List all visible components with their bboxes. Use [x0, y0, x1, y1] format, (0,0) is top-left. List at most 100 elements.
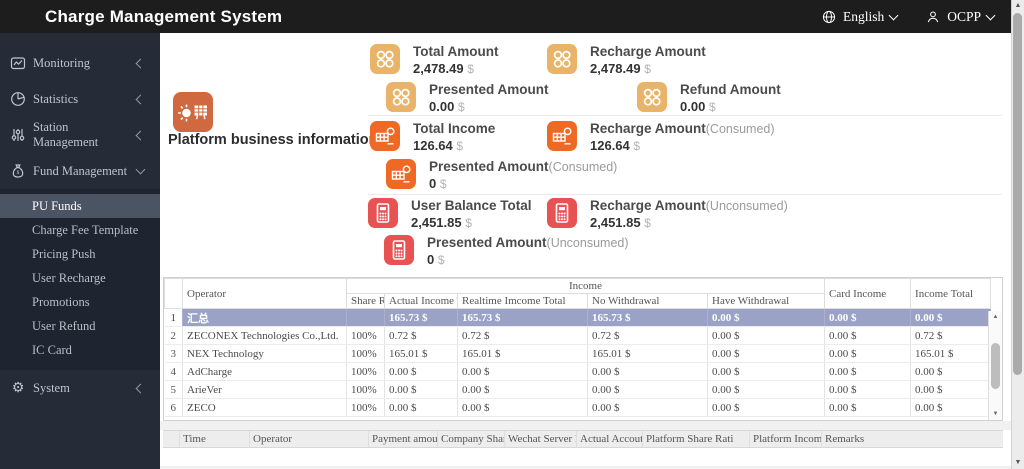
card-income-cell: 0.00 $ [824, 362, 912, 381]
table-row[interactable]: 4 AdCharge 100% 0.00 $ 0.00 $ 0.00 $ 0.0… [164, 362, 992, 381]
calculator-icon [547, 198, 577, 233]
actual-income-cell: 0.72 $ [384, 326, 458, 345]
card-income-cell: 0.00 $ [824, 398, 912, 417]
scroll-down-icon[interactable]: ▼ [1012, 457, 1024, 469]
no-withdrawal-cell: 0.00 $ [587, 398, 708, 417]
operator-cell: ZECO [182, 398, 347, 417]
calculator-icon [384, 235, 414, 270]
stat-user-balance-total: User Balance Total 2,451.85 $ [368, 198, 532, 233]
stats-divider [368, 194, 1002, 195]
sidebar-item-pu-funds[interactable]: PU Funds [0, 194, 160, 218]
user-dropdown[interactable]: OCPP [925, 8, 996, 25]
charge-management-app: Charge Management System English OCPP Mo… [0, 0, 1024, 469]
stat-total-amount: Total Amount 2,478.49 $ [370, 44, 498, 79]
table-row[interactable]: 1 汇总 165.73 $ 165.73 $ 165.73 $ 0.00 $ 0… [164, 308, 992, 327]
chevron-left-icon [135, 130, 146, 140]
table-scrollbar[interactable]: ▲ ▼ [988, 311, 1002, 420]
row-number: 5 [164, 380, 183, 399]
share-ratio-cell [346, 308, 385, 327]
detail-spacer [163, 431, 180, 447]
have-withdrawal-cell: 0.00 $ [707, 308, 826, 327]
platform-income-header: Platform Income [750, 431, 822, 447]
scroll-up-icon[interactable]: ▲ [1012, 0, 1024, 12]
row-number: 4 [164, 362, 183, 381]
language-dropdown[interactable]: English [821, 8, 899, 25]
actual-account-header: Actual Accout [577, 431, 643, 447]
sidebar-item-user-refund[interactable]: User Refund [0, 314, 160, 338]
operator-header: Operator [182, 278, 347, 309]
realtime-income-cell: 0.00 $ [457, 362, 588, 381]
table-row[interactable]: 6 ZECO 100% 0.00 $ 0.00 $ 0.00 $ 0.00 $ … [164, 398, 992, 417]
sidebar-item-user-recharge[interactable]: User Recharge [0, 266, 160, 290]
sidebar-item-ic-card[interactable]: IC Card [0, 338, 160, 362]
section-gap [160, 421, 1012, 430]
sidebar-item-label: Station Management [33, 120, 99, 149]
share-ratio-header: Share Ratio [346, 293, 385, 309]
globe-icon [821, 9, 837, 25]
income-total-cell: 0.72 $ [910, 326, 992, 345]
monitor-chart-icon [10, 55, 26, 71]
chevron-left-icon [135, 94, 146, 104]
money-bag-icon: $ [10, 163, 26, 179]
actual-income-cell: 0.00 $ [384, 362, 458, 381]
card-income-cell: 0.00 $ [824, 308, 912, 327]
platform-share-header: Platform Share Rati [643, 431, 750, 447]
table-row[interactable]: 2 ZECONEX Technologies Co.,Ltd. 100% 0.7… [164, 326, 992, 345]
stats-divider [368, 115, 1002, 116]
chevron-down-icon [888, 10, 899, 20]
sliders-icon [10, 127, 26, 143]
income-table: Operator Income Card Income Income Total… [164, 278, 992, 417]
scroll-up-icon[interactable]: ▲ [989, 311, 1002, 323]
sidebar-item-pricing-push[interactable]: Pricing Push [0, 242, 160, 266]
have-withdrawal-header: Have Withdrawal [706, 293, 826, 309]
card-income-cell: 0.00 $ [824, 380, 912, 399]
income-total-cell: 0.00 $ [910, 380, 992, 399]
user-label: OCPP [947, 8, 981, 24]
stat-presented-amount: Presented Amount 0.00 $ [386, 82, 549, 117]
table-row[interactable]: 3 NEX Technology 100% 165.01 $ 165.01 $ … [164, 344, 992, 363]
top-header-bar: Charge Management System English OCPP [0, 0, 1012, 33]
wechat-fee-header: Wechat Server Fee [505, 431, 577, 447]
realtime-income-header: Realtime Imcome Total [457, 293, 588, 309]
operator-cell: 汇总 [182, 308, 347, 327]
company-share-header: Company Share Rat [438, 431, 505, 447]
scrollbar-thumb[interactable] [1013, 13, 1022, 375]
share-ratio-cell: 100% [346, 398, 385, 417]
income-total-header: Income Total [910, 278, 992, 309]
row-number: 3 [164, 344, 183, 363]
sidebar-item-station-management[interactable]: Station Management [0, 117, 160, 153]
realtime-income-cell: 165.01 $ [457, 344, 588, 363]
operator-cell: AdCharge [182, 362, 347, 381]
table-row[interactable]: 5 ArieVer 100% 0.00 $ 0.00 $ 0.00 $ 0.00… [164, 380, 992, 399]
gear-icon: ⚙ [11, 380, 25, 396]
chevron-down-icon [135, 164, 146, 175]
sidebar-item-label: System [33, 380, 70, 395]
stat-recharge-amount-consumed: Recharge Amount(Consumed) 126.64 $ [547, 121, 775, 156]
chevron-down-icon [985, 10, 996, 20]
scroll-down-icon[interactable]: ▼ [989, 408, 1002, 420]
have-withdrawal-cell: 0.00 $ [707, 362, 826, 381]
coins-icon [547, 44, 577, 79]
sidebar-item-label: Statistics [33, 91, 79, 106]
language-label: English [842, 8, 885, 24]
sidebar-item-fund-management[interactable]: $ Fund Management [0, 153, 160, 189]
no-withdrawal-cell: 0.00 $ [587, 362, 708, 381]
no-withdrawal-header: No Withdrawal [587, 293, 708, 309]
no-withdrawal-cell: 165.73 $ [587, 308, 708, 327]
share-ratio-cell: 100% [346, 326, 385, 345]
page-scrollbar[interactable]: ▲ ▼ [1011, 0, 1024, 469]
sidebar-item-system[interactable]: ⚙ System [0, 370, 160, 406]
remarks-header: Remarks [825, 433, 865, 445]
sidebar-item-monitoring[interactable]: Monitoring [0, 45, 160, 81]
row-number: 1 [164, 308, 183, 327]
operator-cell: ZECONEX Technologies Co.,Ltd. [182, 326, 347, 345]
actual-income-cell: 0.00 $ [384, 398, 458, 417]
sidebar-item-promotions[interactable]: Promotions [0, 290, 160, 314]
scrollbar-thumb[interactable] [991, 343, 1000, 389]
chevron-left-icon [135, 58, 146, 68]
header-actions: English OCPP [821, 0, 996, 33]
coins-icon [370, 44, 400, 79]
sidebar-item-charge-fee-template[interactable]: Charge Fee Template [0, 218, 160, 242]
realtime-income-cell: 165.73 $ [457, 308, 588, 327]
sidebar-item-statistics[interactable]: Statistics [0, 81, 160, 117]
